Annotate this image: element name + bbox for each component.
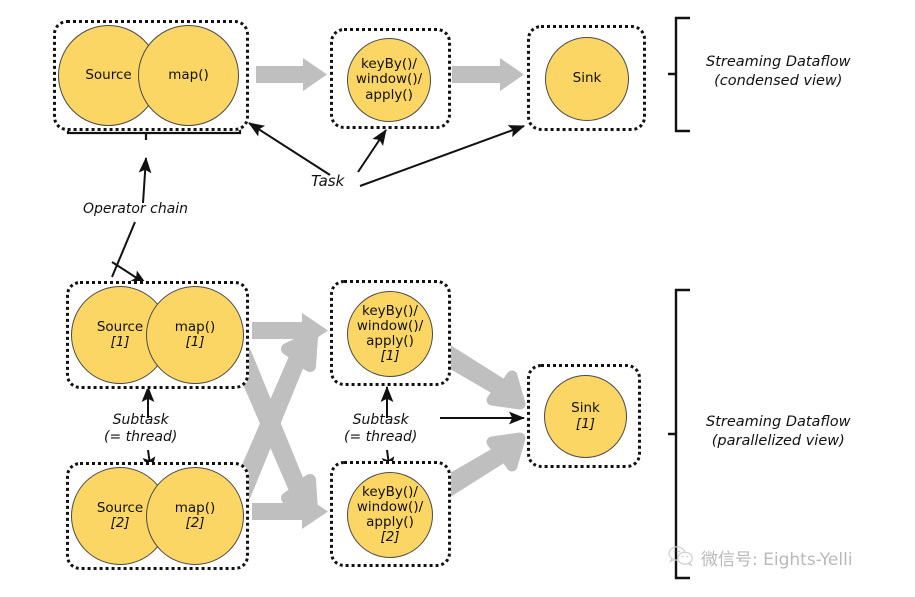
wechat-icon (668, 546, 694, 569)
operator-chain-box-condensed: Source map() (53, 20, 249, 131)
sink-box-condensed: Sink (527, 25, 646, 131)
keyby-1-line2: window()/ (356, 317, 424, 334)
map-node-1-label: map() (174, 318, 216, 335)
operator-chain-box-1: Source [1] map() [1] (66, 281, 249, 389)
map-node-1-index: [1] (185, 334, 205, 350)
flow-arrow-keyby1-to-sink (436, 344, 526, 410)
task-pointer-chain (248, 122, 331, 176)
keyby-line2: window()/ (355, 71, 423, 88)
subtask-annotation-left: Subtask (= thread) (104, 412, 177, 446)
subtask-left-line2: (= thread) (104, 428, 178, 445)
watermark-text: 微信号: Eights-Yelli (701, 550, 853, 570)
sink-node-label: Sink (572, 70, 602, 87)
operator-chain-annotation: Operator chain (83, 201, 188, 218)
source-node-2-index: [2] (110, 515, 130, 531)
map-node-condensed: map() (138, 25, 239, 126)
map-node-2-label: map() (174, 499, 216, 516)
sink-node-parallel-label: Sink (571, 400, 600, 417)
task-pointer-sink (359, 125, 525, 187)
source-node-1-label-group: Source [1] (96, 318, 144, 350)
map-node-1: map() [1] (146, 286, 244, 384)
flow-arrow-keyby-to-sink-condensed (452, 58, 524, 91)
map-node-2-index: [2] (185, 515, 205, 531)
task-annotation: Task (311, 172, 344, 190)
task-annotation-text: Task (311, 172, 345, 190)
parallelized-view-label-line2: (parallelized view) (711, 432, 845, 449)
keyby-node-2: keyBy()/ window()/ apply() [2] (347, 472, 433, 558)
operator-chain-annotation-text: Operator chain (83, 201, 189, 217)
watermark: 微信号: Eights-Yelli (668, 545, 853, 570)
map-node-2: map() [2] (146, 467, 244, 565)
diagram-canvas: Source map() keyBy()/ window()/ apply() … (0, 0, 915, 597)
keyby-node-1-label-group: keyBy()/ window()/ apply() [1] (356, 302, 424, 365)
sink-node-condensed: Sink (545, 37, 629, 121)
keyby-2-line3: apply() (366, 514, 414, 530)
condensed-view-bracket (668, 16, 690, 133)
source-node-2-label-group: Source [2] (96, 499, 144, 531)
keyby-1-line3: apply() (366, 333, 414, 349)
keyby-node-label-group: keyBy()/ window()/ apply() (356, 57, 422, 102)
keyby-node-2-label-group: keyBy()/ window()/ apply() [2] (356, 483, 424, 546)
keyby-2-line1: keyBy()/ (362, 483, 418, 500)
keyby-node-condensed: keyBy()/ window()/ apply() (347, 38, 431, 122)
sink-node-parallel-label-group: Sink [1] (571, 401, 600, 431)
sink-node-parallel: Sink [1] (544, 375, 627, 458)
source-node-2-label: Source (96, 499, 144, 516)
source-node-label: Source (85, 66, 132, 83)
keyby-line1: keyBy()/ (361, 56, 417, 73)
keyby-1-line1: keyBy()/ (362, 302, 418, 319)
keyby-box-2: keyBy()/ window()/ apply() [2] (330, 461, 451, 567)
map-node-2-label-group: map() [2] (174, 499, 216, 531)
keyby-2-line2: window()/ (356, 498, 424, 515)
map-node-1-label-group: map() [1] (174, 318, 216, 350)
sink-node-parallel-index: [1] (575, 415, 596, 432)
condensed-view-label-line1: Streaming Dataflow (706, 54, 851, 70)
sink-box-parallel: Sink [1] (527, 364, 641, 468)
map-node-label: map() (168, 66, 209, 83)
source-node-1-label: Source (96, 318, 144, 335)
flow-arrow-keyby2-to-sink (436, 432, 526, 498)
condensed-view-label-line2: (condensed view) (714, 72, 843, 89)
keyby-2-index: [2] (380, 529, 400, 546)
parallelized-view-label: Streaming Dataflow (parallelized view) (706, 413, 851, 450)
condensed-view-label: Streaming Dataflow (condensed view) (706, 53, 851, 90)
operator-chain-box-2: Source [2] map() [2] (66, 462, 249, 570)
task-pointer-keyby (357, 129, 387, 173)
keyby-box-1: keyBy()/ window()/ apply() [1] (330, 280, 451, 386)
source-node-1-index: [1] (110, 334, 130, 350)
subtask-left-line1: Subtask (112, 412, 169, 428)
keyby-node-1: keyBy()/ window()/ apply() [1] (347, 291, 433, 377)
parallelized-view-label-line1: Streaming Dataflow (706, 414, 851, 430)
flow-arrow-chain-to-keyby-condensed (256, 58, 327, 91)
parallelized-view-bracket (668, 288, 690, 580)
subtask-annotation-right: Subtask (= thread) (344, 412, 417, 446)
subtask-right-line2: (= thread) (344, 428, 418, 445)
keyby-line3: apply() (365, 86, 413, 103)
subtask-right-line1: Subtask (352, 412, 409, 428)
operator-chain-pointer (138, 157, 152, 204)
keyby-1-index: [1] (380, 348, 400, 365)
keyby-box-condensed: keyBy()/ window()/ apply() (330, 28, 451, 129)
